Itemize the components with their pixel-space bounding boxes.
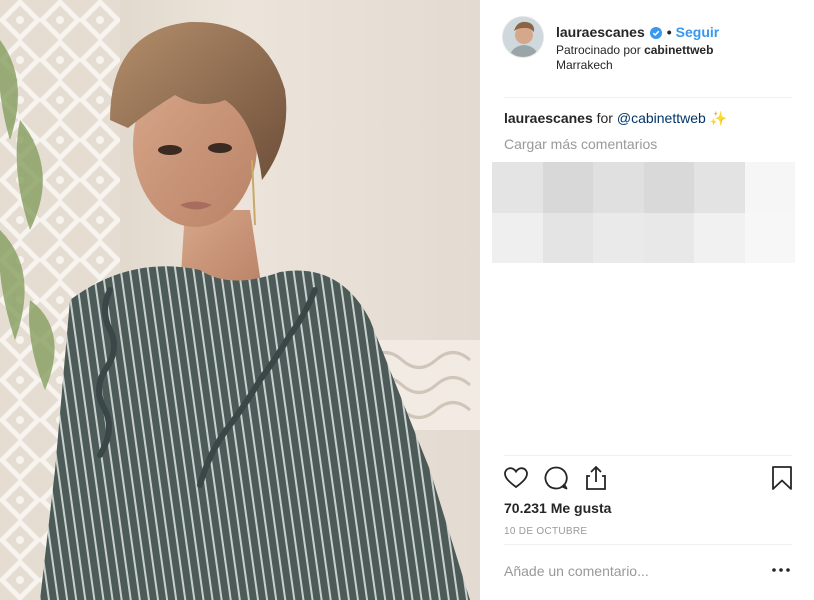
post-photo[interactable] xyxy=(0,0,480,600)
sponsored-prefix: Patrocinado por xyxy=(556,43,641,57)
caption: lauraescanes for @cabinettweb ✨ xyxy=(504,110,792,127)
caption-emoji: ✨ xyxy=(705,110,728,126)
more-options-icon[interactable] xyxy=(770,559,792,581)
location-link[interactable]: Marrakech xyxy=(556,58,613,72)
verified-badge-icon xyxy=(649,26,662,39)
bookmark-icon[interactable] xyxy=(768,464,796,492)
separator-dot: • xyxy=(666,24,672,40)
likes-count[interactable]: 70.231 Me gusta xyxy=(504,500,611,516)
share-icon[interactable] xyxy=(582,464,610,492)
sponsored-line: Patrocinado por cabinettweb xyxy=(556,43,713,57)
actions-divider xyxy=(504,455,792,456)
load-more-comments-button[interactable]: Cargar más comentarios xyxy=(504,136,657,152)
username-link[interactable]: lauraescanes xyxy=(556,24,645,40)
post-header: lauraescanes • Seguir Patrocinado por ca… xyxy=(502,14,792,96)
comment-icon[interactable] xyxy=(542,464,570,492)
comment-input[interactable] xyxy=(504,559,754,583)
caption-mention[interactable]: @cabinettweb xyxy=(617,110,706,126)
heart-icon[interactable] xyxy=(502,464,530,492)
header-divider xyxy=(504,97,792,98)
comment-divider xyxy=(504,544,792,545)
caption-username[interactable]: lauraescanes xyxy=(504,110,593,126)
post-photo-illustration xyxy=(0,0,480,600)
post-date: 10 DE OCTUBRE xyxy=(504,526,588,537)
caption-text: for xyxy=(592,110,617,126)
comment-bar xyxy=(504,553,792,593)
loading-comments-placeholder xyxy=(492,162,795,263)
sponsor-link[interactable]: cabinettweb xyxy=(644,43,713,57)
user-avatar[interactable] xyxy=(502,16,544,58)
action-bar xyxy=(502,464,796,494)
header-username-row: lauraescanes • Seguir xyxy=(556,24,719,40)
follow-button[interactable]: Seguir xyxy=(676,24,720,40)
post-details-panel: lauraescanes • Seguir Patrocinado por ca… xyxy=(480,0,814,600)
avatar-image xyxy=(503,17,543,57)
